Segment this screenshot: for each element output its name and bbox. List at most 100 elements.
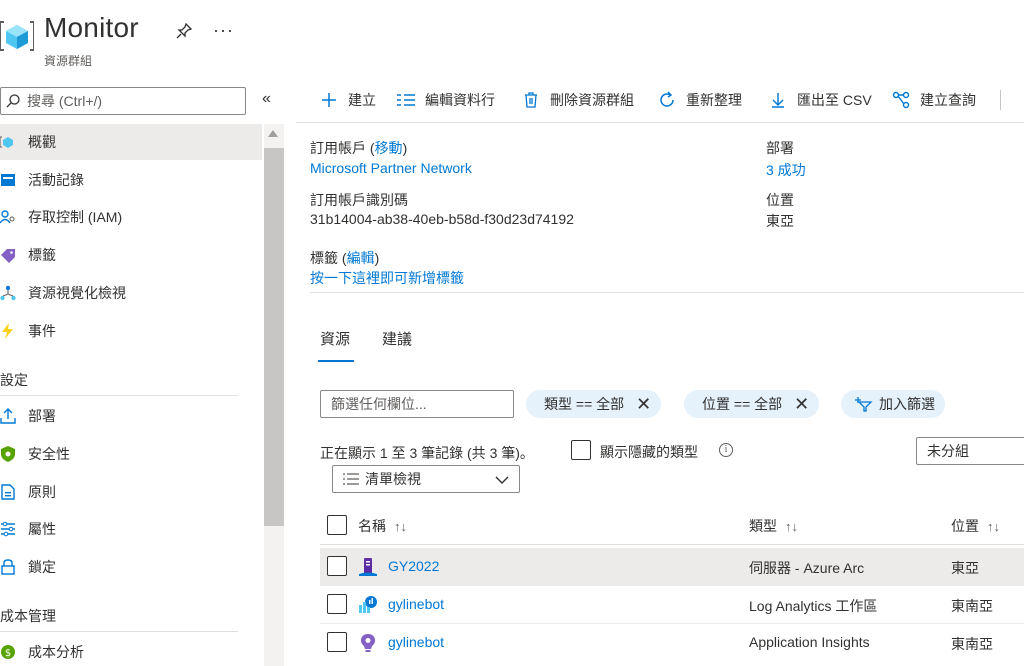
column-header-type[interactable]: 類型 ↑↓ <box>749 516 798 536</box>
refresh-label: 重新整理 <box>686 92 742 108</box>
collapse-sidebar-icon[interactable]: « <box>262 90 271 108</box>
refresh-icon <box>658 91 676 109</box>
app-insights-icon <box>358 633 378 653</box>
table-row[interactable]: GY2022 伺服器 - Azure Arc 東亞 <box>320 548 1024 585</box>
list-view-icon <box>343 473 359 485</box>
view-select[interactable]: 清單檢視 <box>332 465 520 493</box>
sidebar-item-label: 資源視覺化檢視 <box>28 285 126 301</box>
tab-resources[interactable]: 資源 <box>320 328 350 349</box>
location-filter-label: 位置 == 全部 <box>702 396 783 412</box>
info-icon[interactable]: i <box>719 443 733 457</box>
location-filter-pill[interactable]: 位置 == 全部 ✕ <box>684 390 820 418</box>
page-title: Monitor <box>44 12 139 43</box>
lightning-icon <box>0 323 16 339</box>
filter-input[interactable] <box>320 390 514 418</box>
column-header-location[interactable]: 位置 ↑↓ <box>951 516 1000 536</box>
move-link[interactable]: 移動 <box>375 140 403 156</box>
export-csv-button[interactable]: 匯出至 CSV <box>769 88 872 112</box>
row-checkbox[interactable] <box>327 594 347 614</box>
sidebar-item-visualizer[interactable]: 資源視覺化檢視 <box>0 275 262 311</box>
policy-icon <box>0 484 16 500</box>
records-count: 正在顯示 1 至 3 筆記錄 (共 3 筆)。 <box>320 445 534 461</box>
resource-name-link[interactable]: gylinebot <box>388 596 444 612</box>
sidebar-scrollbar-thumb[interactable] <box>264 148 284 526</box>
sidebar-item-label: 活動記錄 <box>28 172 84 188</box>
cost-analysis-icon: $ <box>0 644 16 660</box>
edit-columns-button[interactable]: 編輯資料行 <box>397 88 495 112</box>
essentials-divider <box>310 292 1024 293</box>
table-row[interactable]: gylinebot Log Analytics 工作區 東南亞 <box>320 586 1024 623</box>
query-icon <box>892 91 910 109</box>
toolbar-divider <box>296 122 1024 123</box>
more-options-icon[interactable]: ··· <box>213 20 234 41</box>
create-query-button[interactable]: 建立查詢 <box>892 88 976 112</box>
sidebar-item-label: 屬性 <box>28 521 56 537</box>
show-hidden-label: 顯示隱藏的類型 <box>600 444 698 460</box>
sidebar-item-iam[interactable]: 存取控制 (IAM) <box>0 199 262 235</box>
resource-name-link[interactable]: gylinebot <box>388 634 444 650</box>
toolbar-separator <box>1000 90 1001 110</box>
show-hidden-checkbox[interactable] <box>571 440 591 460</box>
close-icon[interactable]: ✕ <box>636 395 651 413</box>
sidebar-section-cost: 成本管理 <box>0 608 56 624</box>
table-header-divider <box>320 544 1024 545</box>
sidebar-divider <box>0 395 238 396</box>
row-checkbox[interactable] <box>327 632 347 652</box>
download-icon <box>769 91 787 109</box>
sidebar-item-label: 事件 <box>28 323 56 339</box>
deployments-link[interactable]: 3 成功 <box>766 160 806 180</box>
server-arc-icon <box>358 557 378 577</box>
log-analytics-icon <box>358 595 378 615</box>
tab-recommendations[interactable]: 建議 <box>382 328 412 349</box>
scroll-up-arrow[interactable] <box>268 130 278 137</box>
shield-icon <box>0 446 16 462</box>
pin-icon[interactable] <box>175 22 193 45</box>
visualizer-icon <box>0 285 16 301</box>
sidebar-divider <box>0 631 238 632</box>
resource-location: 東南亞 <box>951 598 993 614</box>
plus-icon <box>320 91 338 109</box>
row-checkbox[interactable] <box>327 556 347 576</box>
sort-icon: ↑↓ <box>987 518 1000 534</box>
sidebar-item-policies[interactable]: 原則 <box>0 474 262 510</box>
grouping-select[interactable]: 未分組 <box>916 437 1024 465</box>
lock-icon <box>0 559 16 575</box>
sidebar-item-activity-log[interactable]: 活動記錄 <box>0 162 262 198</box>
table-row[interactable]: gylinebot Application Insights 東南亞 <box>320 624 1024 661</box>
sidebar-item-events[interactable]: 事件 <box>0 313 262 349</box>
chevron-down-icon <box>495 473 509 489</box>
edit-tags-link[interactable]: 編輯 <box>347 250 375 266</box>
sidebar-search[interactable] <box>0 87 246 115</box>
sidebar-item-label: 存取控制 (IAM) <box>28 209 123 225</box>
select-all-checkbox[interactable] <box>327 515 347 535</box>
grouping-value: 未分組 <box>927 443 969 459</box>
iam-icon <box>0 209 16 225</box>
tag-icon <box>0 247 16 263</box>
trash-icon <box>522 91 540 109</box>
create-label: 建立 <box>348 92 376 108</box>
sort-icon: ↑↓ <box>785 518 798 534</box>
close-icon[interactable]: ✕ <box>794 395 809 413</box>
column-header-name[interactable]: 名稱 ↑↓ <box>358 516 407 536</box>
sidebar-item-label: 部署 <box>28 408 56 424</box>
subscription-link[interactable]: Microsoft Partner Network <box>310 160 472 176</box>
sidebar-item-properties[interactable]: 屬性 <box>0 511 262 547</box>
sidebar-item-security[interactable]: 安全性 <box>0 436 262 472</box>
sort-icon: ↑↓ <box>394 518 407 534</box>
type-filter-pill[interactable]: 類型 == 全部 ✕ <box>526 390 662 418</box>
sidebar-item-tags[interactable]: 標籤 <box>0 237 262 273</box>
delete-resource-group-button[interactable]: 刪除資源群組 <box>522 88 634 112</box>
activity-log-icon <box>0 172 16 188</box>
add-filter-button[interactable]: 加入篩選 <box>841 390 945 418</box>
sidebar-item-deployments[interactable]: 部署 <box>0 398 262 434</box>
sidebar-item-cost-analysis[interactable]: $ 成本分析 <box>0 634 262 666</box>
create-button[interactable]: 建立 <box>320 88 376 112</box>
sidebar-item-label: 安全性 <box>28 446 70 462</box>
add-tags-link[interactable]: 按一下這裡即可新增標籤 <box>310 268 464 288</box>
sidebar-search-input[interactable] <box>27 93 227 109</box>
sidebar-item-locks[interactable]: 鎖定 <box>0 549 262 585</box>
resource-name-link[interactable]: GY2022 <box>388 558 439 574</box>
sidebar-item-overview[interactable]: 概觀 <box>0 124 262 160</box>
resource-location: 東南亞 <box>951 636 993 652</box>
refresh-button[interactable]: 重新整理 <box>658 88 742 112</box>
